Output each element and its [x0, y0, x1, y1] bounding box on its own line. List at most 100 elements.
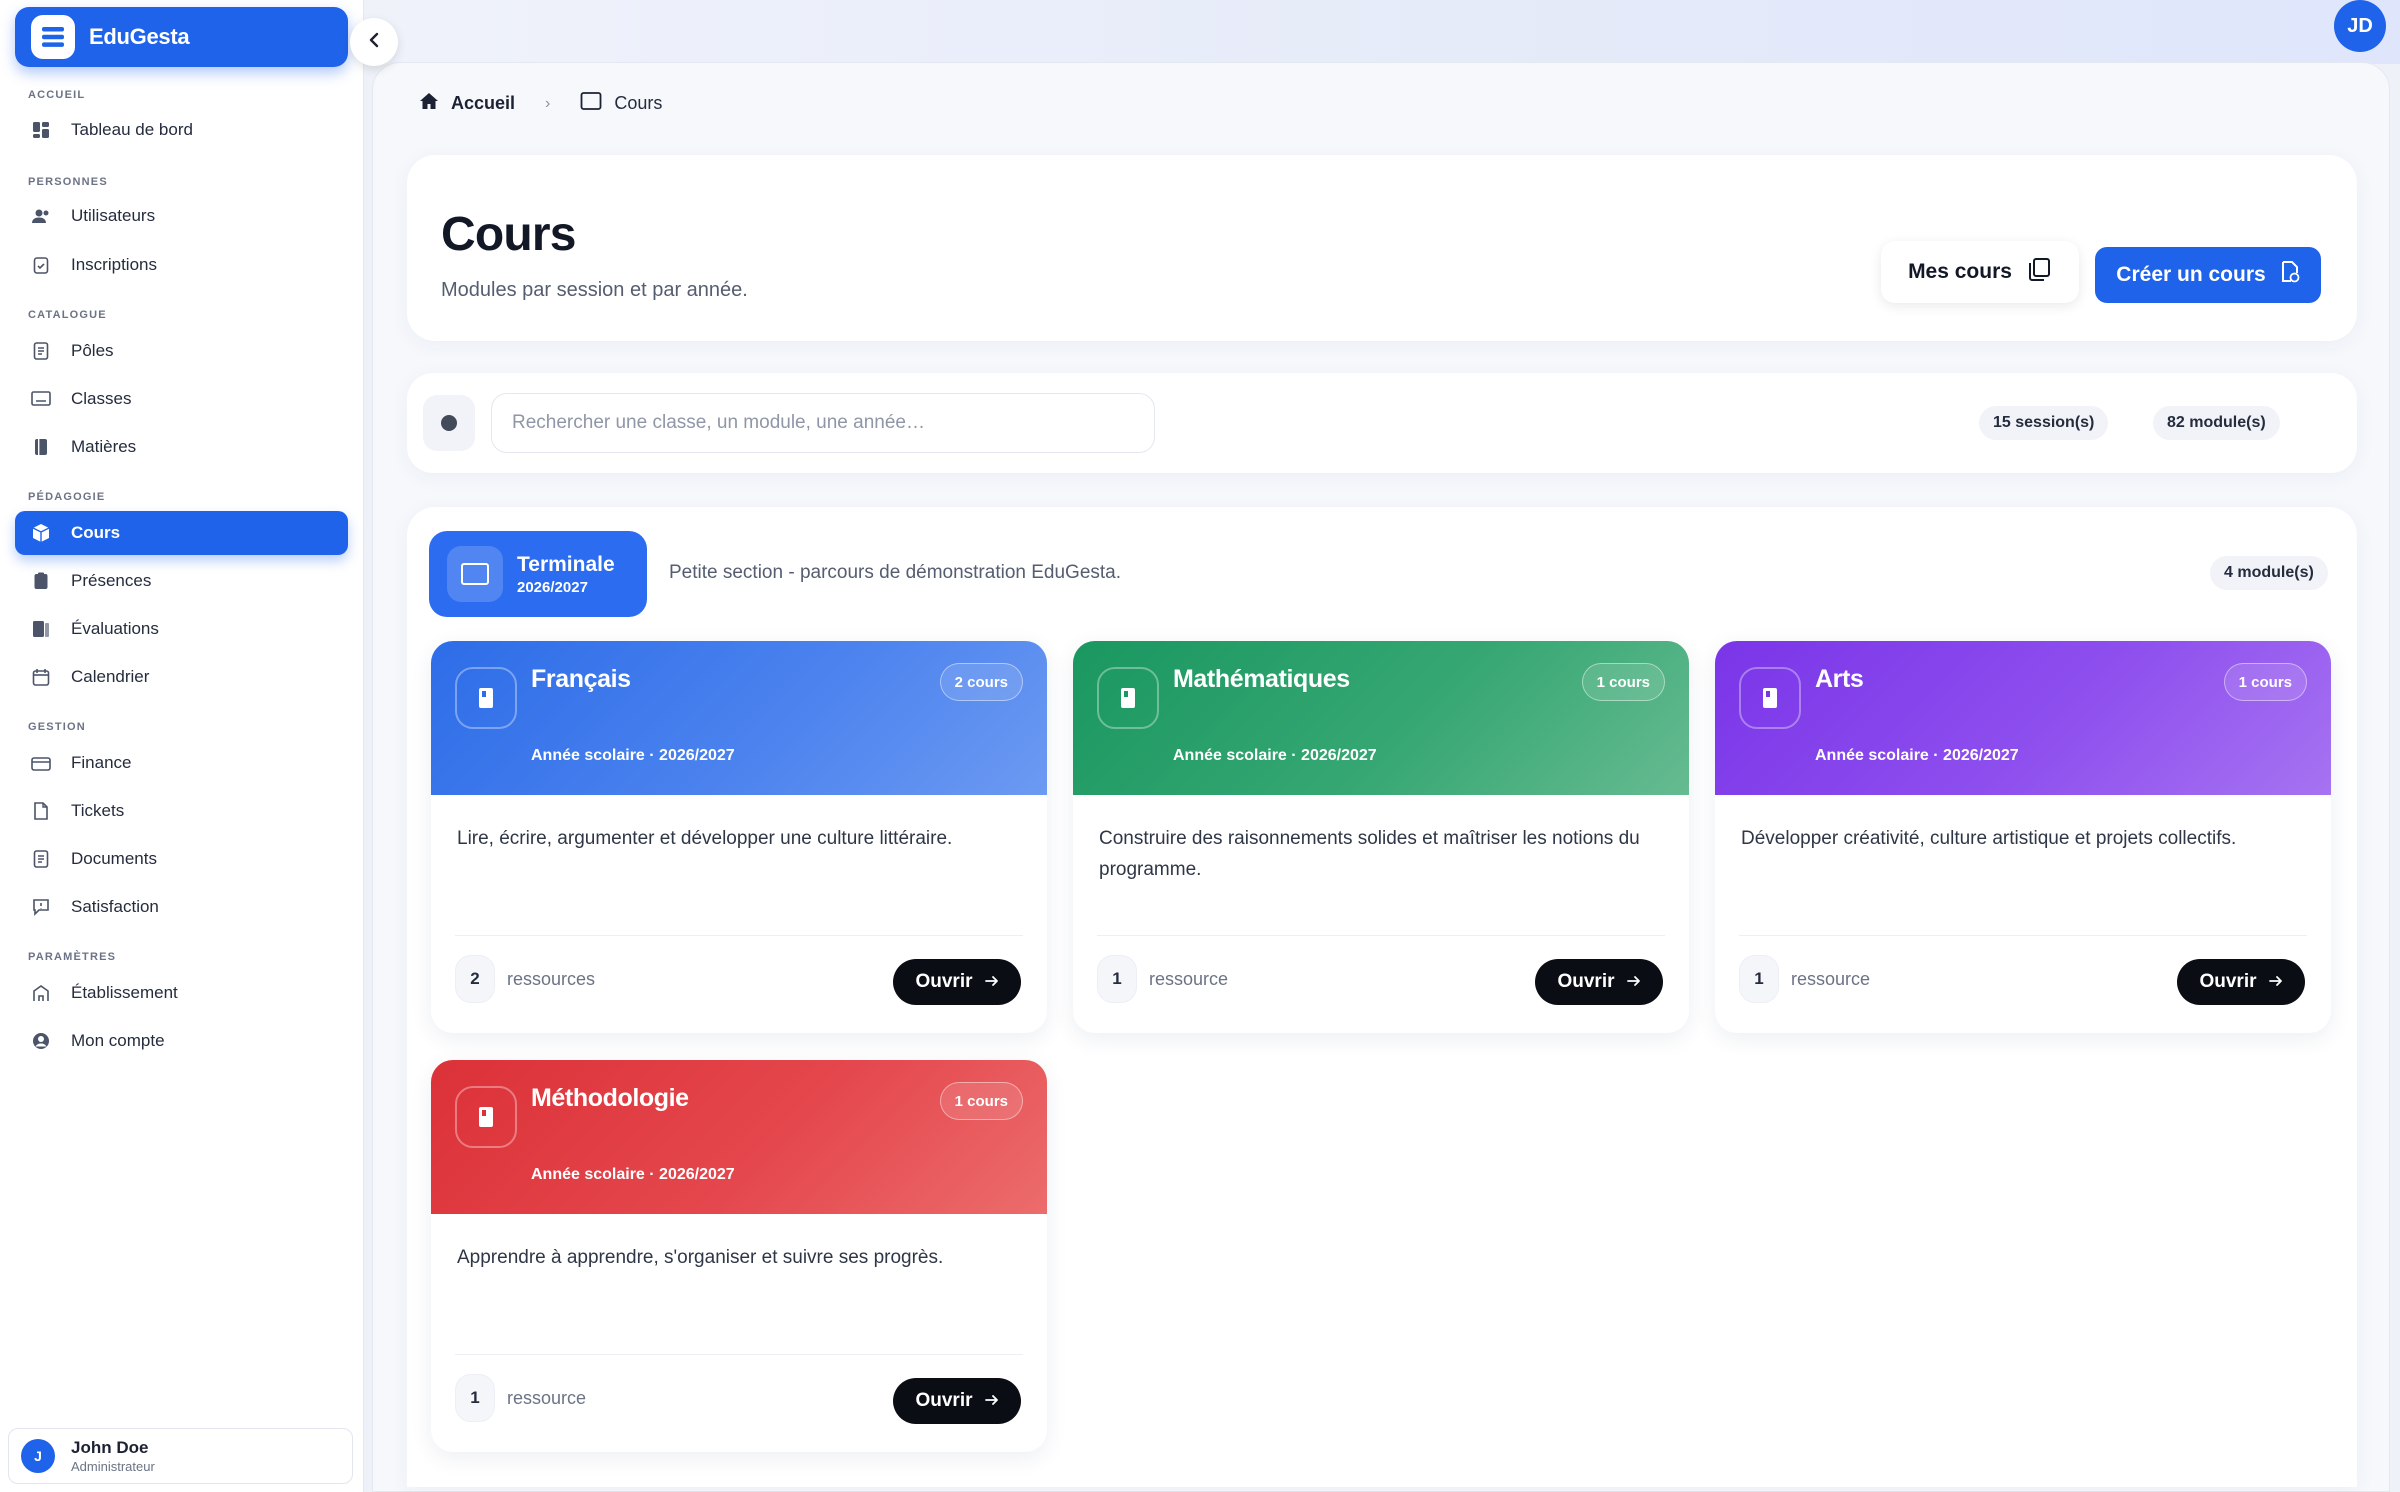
breadcrumb-separator: › — [545, 94, 551, 112]
wallet-icon — [31, 753, 51, 773]
brand-logo-icon — [31, 15, 75, 59]
evaluation-icon — [31, 619, 51, 639]
open-module-button[interactable]: Ouvrir — [893, 1378, 1021, 1424]
page-subtitle: Modules par session et par année. — [441, 279, 748, 301]
courses-icon — [31, 523, 51, 543]
classroom-icon — [31, 389, 51, 409]
open-label: Ouvrir — [2199, 971, 2257, 992]
sidebar-item-poles[interactable]: Pôles — [15, 329, 348, 373]
my-courses-button[interactable]: Mes cours — [1881, 241, 2079, 303]
user-role: Administrateur — [71, 1459, 155, 1474]
sidebar-item-label: Finance — [71, 753, 132, 772]
sidebar-item-tableau-de-bord[interactable]: Tableau de bord — [15, 108, 348, 152]
sidebar-item-calendrier[interactable]: Calendrier — [15, 655, 348, 699]
module-header: Français 2 cours Année scolaire · 2026/2… — [431, 641, 1047, 795]
nav-section-gestion: GESTION — [28, 721, 86, 733]
sidebar-item-inscriptions[interactable]: Inscriptions — [15, 243, 348, 287]
open-module-button[interactable]: Ouvrir — [1535, 959, 1663, 1005]
nav-section-catalogue: CATALOGUE — [28, 309, 107, 321]
arrow-right-icon — [1626, 971, 1641, 993]
session-badge[interactable]: Terminale 2026/2027 — [429, 531, 647, 617]
module-description: Apprendre à apprendre, s'organiser et su… — [457, 1247, 944, 1268]
module-description: Lire, écrire, argumenter et développer u… — [457, 828, 953, 849]
sidebar-item-mon-compte[interactable]: Mon compte — [15, 1019, 348, 1063]
nav-section-personnes: PERSONNES — [28, 176, 108, 188]
divider — [455, 935, 1023, 936]
breadcrumb-home[interactable]: Accueil — [419, 92, 515, 115]
sidebar-item-classes[interactable]: Classes — [15, 377, 348, 421]
home-icon — [419, 92, 439, 115]
book-icon — [31, 437, 51, 457]
module-course-count: 1 cours — [2223, 663, 2307, 701]
sidebar-item-tickets[interactable]: Tickets — [15, 789, 348, 833]
screen-icon — [447, 546, 503, 602]
sidebar-item-label: Documents — [71, 849, 157, 868]
resources-label: ressource — [507, 1387, 587, 1408]
module-year: Année scolaire · 2026/2027 — [531, 1166, 735, 1183]
avatar: J — [21, 1439, 55, 1473]
clipboard-icon — [31, 255, 51, 275]
collapse-sidebar-button[interactable] — [350, 18, 398, 66]
resources-label: ressource — [1149, 968, 1229, 989]
sidebar-item-label: Utilisateurs — [71, 206, 156, 225]
sidebar-item-finance[interactable]: Finance — [15, 741, 348, 785]
nav-section-accueil: ACCUEIL — [28, 89, 86, 101]
search-status-indicator — [423, 395, 475, 451]
status-dot-icon — [441, 415, 457, 431]
sidebar-item-label: Matières — [71, 437, 137, 456]
sidebar-item-label: Pôles — [71, 341, 114, 360]
sidebar-item-label: Présences — [71, 571, 152, 590]
sidebar-item-label: Tickets — [71, 801, 125, 820]
module-year: Année scolaire · 2026/2027 — [1815, 747, 2019, 764]
open-module-button[interactable]: Ouvrir — [2177, 959, 2305, 1005]
sidebar-user-card[interactable]: J John Doe Administrateur — [8, 1428, 353, 1484]
sidebar-item-label: Mon compte — [71, 1031, 165, 1050]
module-course-count: 1 cours — [939, 1082, 1023, 1120]
search-bar: 15 session(s) 82 module(s) — [407, 373, 2357, 473]
create-course-button[interactable]: Créer un cours — [2095, 247, 2321, 303]
book-icon — [455, 667, 517, 729]
sidebar-item-evaluations[interactable]: Évaluations — [15, 607, 348, 651]
module-card-methodologie: Méthodologie 1 cours Année scolaire · 20… — [431, 1060, 1047, 1452]
user-name: John Doe — [71, 1438, 149, 1457]
main-content: Accueil › Cours Cours Modules par sessio… — [372, 62, 2390, 1492]
session-group: Terminale 2026/2027 Petite section - par… — [407, 507, 2357, 1487]
sidebar-item-label: Inscriptions — [71, 255, 157, 274]
module-resources: 1 ressource — [1739, 955, 1870, 1003]
page-title: Cours — [441, 208, 576, 261]
search-input[interactable] — [491, 393, 1155, 453]
brand-header[interactable]: EduGesta — [15, 7, 348, 67]
module-title: Français — [531, 665, 631, 693]
open-label: Ouvrir — [915, 1390, 973, 1411]
open-module-button[interactable]: Ouvrir — [893, 959, 1021, 1005]
sidebar-item-label: Classes — [71, 389, 132, 408]
feedback-icon — [31, 897, 51, 917]
building-icon — [31, 983, 51, 1003]
module-resources: 2 ressources — [455, 955, 595, 1003]
resources-count: 2 — [455, 955, 495, 1003]
user-avatar-button[interactable]: JD — [2334, 0, 2386, 52]
breadcrumb: Accueil › Cours — [419, 91, 662, 116]
divider — [1739, 935, 2307, 936]
sidebar-item-etablissement[interactable]: Établissement — [15, 971, 348, 1015]
calendar-icon — [31, 667, 51, 687]
breadcrumb-home-label: Accueil — [451, 93, 516, 113]
sidebar: EduGesta ACCUEIL Tableau de bord PERSONN… — [0, 0, 364, 1492]
sidebar-item-satisfaction[interactable]: Satisfaction — [15, 885, 348, 929]
page-header: Cours Modules par session et par année. … — [407, 155, 2357, 341]
book-icon — [455, 1086, 517, 1148]
sidebar-item-cours[interactable]: Cours — [15, 511, 348, 555]
divider — [455, 1354, 1023, 1355]
module-card-mathematiques: Mathématiques 1 cours Année scolaire · 2… — [1073, 641, 1689, 1033]
sidebar-item-presences[interactable]: Présences — [15, 559, 348, 603]
sidebar-item-matieres[interactable]: Matières — [15, 425, 348, 469]
sidebar-item-utilisateurs[interactable]: Utilisateurs — [15, 194, 348, 238]
module-year: Année scolaire · 2026/2027 — [1173, 747, 1377, 764]
breadcrumb-current: Cours — [580, 91, 662, 116]
attendance-icon — [31, 571, 51, 591]
resources-count: 1 — [1739, 955, 1779, 1003]
sidebar-item-label: Calendrier — [71, 667, 150, 686]
module-description: Construire des raisonnements solides et … — [1099, 828, 1640, 880]
create-course-label: Créer un cours — [2116, 263, 2266, 286]
sidebar-item-documents[interactable]: Documents — [15, 837, 348, 881]
